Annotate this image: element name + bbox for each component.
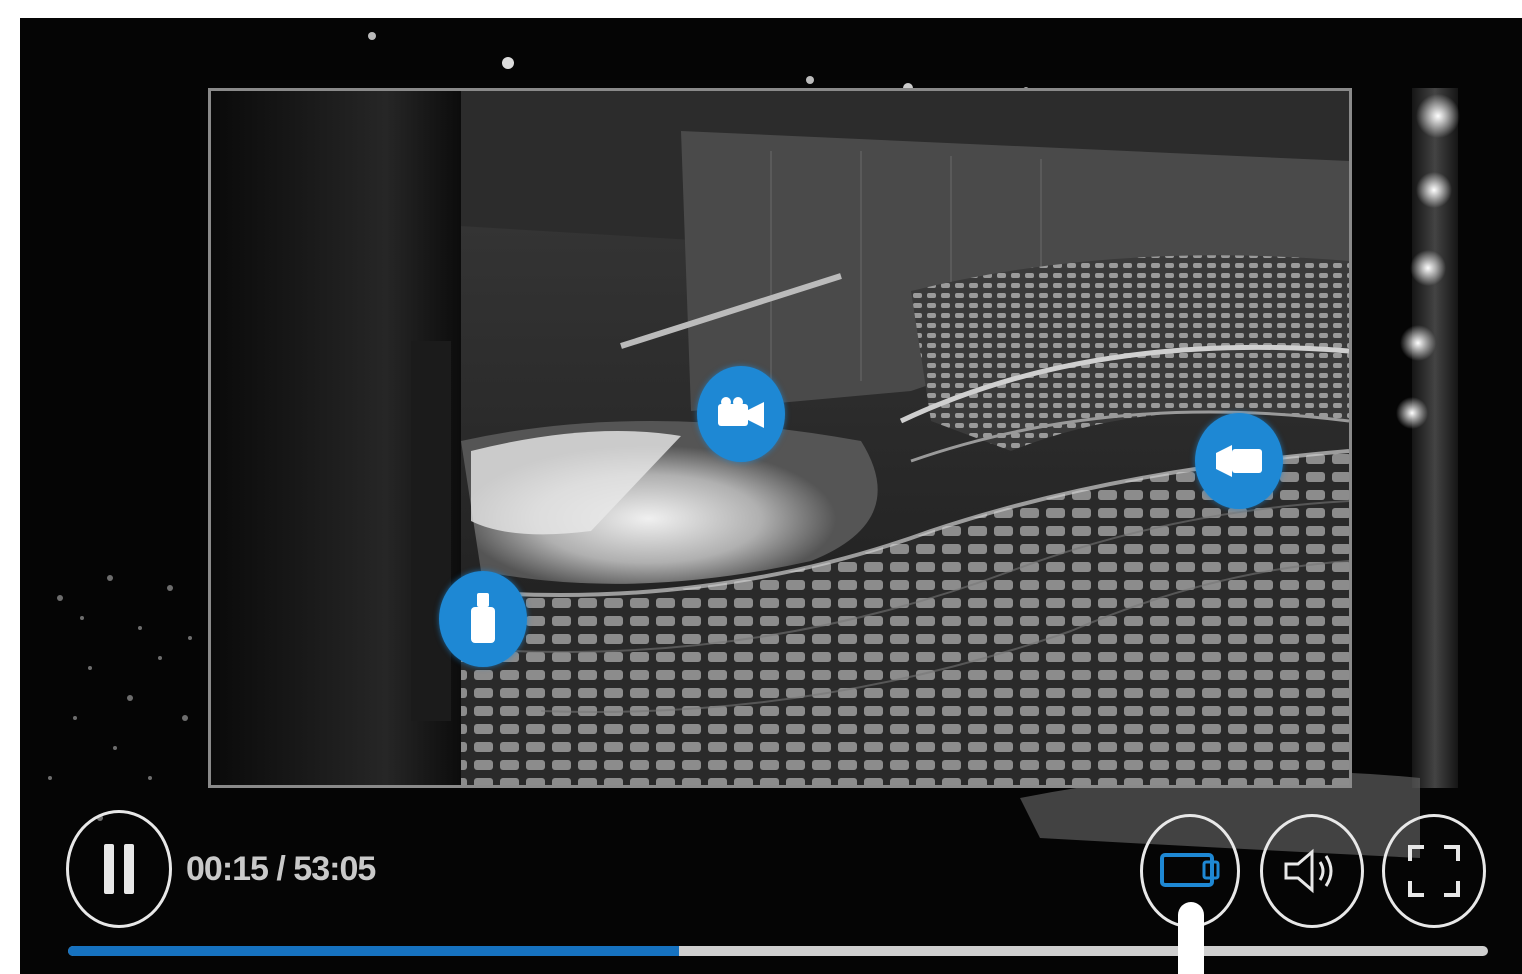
pause-icon (104, 844, 134, 894)
video-camera-icon (718, 397, 764, 428)
pointer-indicator (1178, 902, 1204, 974)
camera-hotspot[interactable] (1195, 413, 1283, 509)
audio-hotspot[interactable] (439, 571, 527, 667)
fullscreen-icon (1408, 845, 1460, 897)
volume-icon (1284, 848, 1333, 894)
volume-button[interactable] (1260, 814, 1364, 928)
fullscreen-button[interactable] (1382, 814, 1486, 928)
pause-button[interactable] (66, 810, 172, 928)
auditorium-image (211, 91, 1349, 785)
camera-view-icon (1160, 853, 1220, 887)
video-camera-icon (1216, 445, 1262, 477)
video-player: 00:15 / 53:05 (20, 18, 1522, 974)
microphone-icon (471, 593, 495, 643)
camera-hotspot[interactable] (697, 366, 785, 462)
progress-fill (68, 946, 679, 956)
video-frame[interactable] (208, 88, 1352, 788)
time-display: 00:15 / 53:05 (186, 850, 376, 888)
progress-bar[interactable] (68, 946, 1488, 956)
